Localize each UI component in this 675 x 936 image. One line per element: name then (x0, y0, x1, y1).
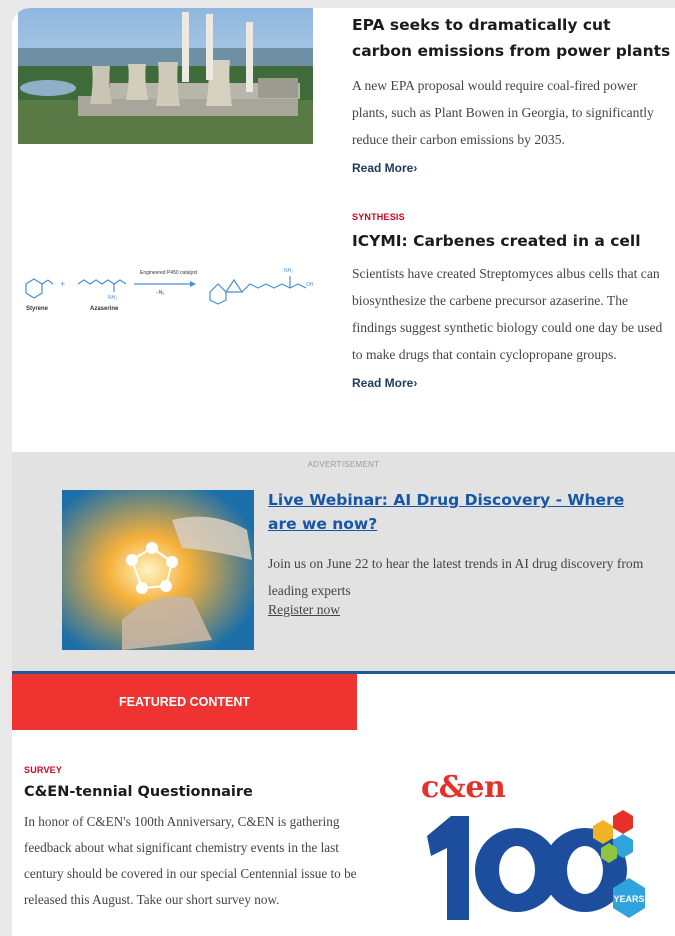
reaction-scheme-image[interactable]: + Styrene Azaserine Engineered P450 cata… (18, 254, 318, 316)
article-body: EPA seeks to dramatically cut carbon emi… (352, 12, 672, 177)
catalyst-label: Engineered P450 catalyst (140, 270, 198, 276)
featured-content-header: FEATURED CONTENT (12, 674, 357, 730)
webinar-description: Join us on June 22 to hear the latest tr… (268, 556, 644, 598)
svg-text:+: + (60, 279, 65, 289)
read-more-link[interactable]: Read More› (352, 159, 672, 177)
years-label: YEARS (613, 894, 644, 904)
survey-title[interactable]: C&EN-tennial Questionnaire (24, 781, 364, 803)
newsletter-card: EPA seeks to dramatically cut carbon emi… (12, 8, 675, 936)
chevron-right-icon: › (413, 376, 418, 390)
survey-article: SURVEY C&EN-tennial Questionnaire In hon… (24, 765, 364, 913)
cen-100-logo[interactable]: c&en YEARS (417, 770, 657, 936)
read-more-link[interactable]: Read More› (352, 374, 672, 392)
advertisement-section: ADVERTISEMENT Live Webinar: AI Drug Disc… (12, 452, 675, 673)
100-years-graphic: YEARS (427, 810, 645, 920)
nitrogen-loss-label: −N₂ (156, 290, 165, 296)
cen-brand-text: c&en (421, 770, 506, 805)
webinar-image[interactable] (62, 490, 254, 650)
oh-label: OH (306, 282, 314, 288)
read-more-label[interactable]: Read More (352, 376, 413, 390)
register-now-link[interactable]: Register now (268, 602, 340, 618)
article-title[interactable]: ICYMI: Carbenes created in a cell (352, 228, 672, 254)
nh2-label: NH₂ (108, 295, 117, 301)
power-plant-photo[interactable] (18, 8, 313, 144)
webinar-title-link[interactable]: Live Webinar: AI Drug Discovery - Where … (268, 488, 628, 536)
article-carbenes: + Styrene Azaserine Engineered P450 cata… (12, 204, 675, 444)
survey-kicker[interactable]: SURVEY (24, 765, 364, 775)
article-title[interactable]: EPA seeks to dramatically cut carbon emi… (352, 12, 672, 64)
article-summary: Scientists have created Streptomyces alb… (352, 266, 663, 362)
read-more-label[interactable]: Read More (352, 161, 413, 175)
advertisement-label: ADVERTISEMENT (307, 460, 380, 469)
survey-summary: In honor of C&EN's 100th Anniversary, C&… (24, 814, 357, 907)
article-epa: EPA seeks to dramatically cut carbon emi… (12, 8, 675, 198)
nh2-product-label: NH₂ (284, 268, 293, 274)
article-kicker[interactable]: SYNTHESIS (352, 212, 672, 222)
azaserine-label: Azaserine (90, 306, 119, 312)
article-body: SYNTHESIS ICYMI: Carbenes created in a c… (352, 212, 672, 392)
article-summary: A new EPA proposal would require coal-fi… (352, 78, 654, 147)
chevron-right-icon: › (413, 161, 418, 175)
styrene-label: Styrene (26, 306, 49, 312)
